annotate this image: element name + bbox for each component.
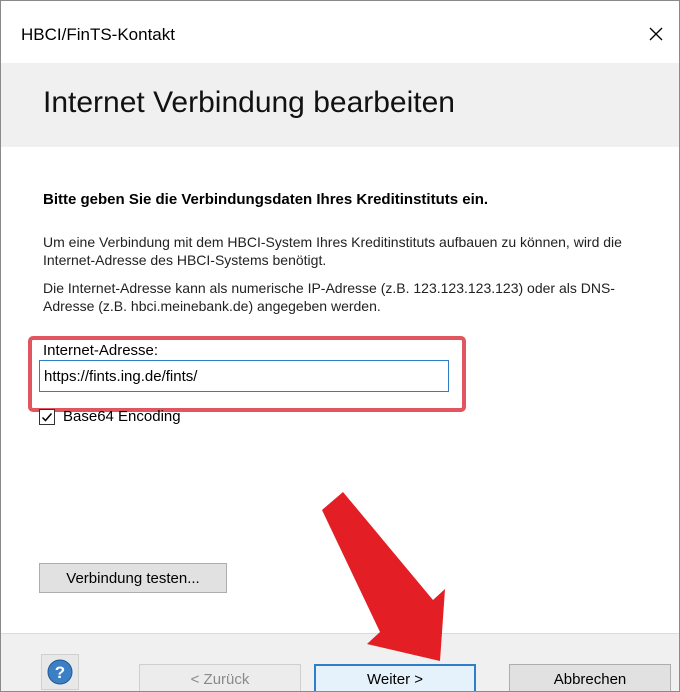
address-input[interactable] bbox=[39, 360, 449, 392]
question-icon: ? bbox=[47, 659, 73, 685]
help-button[interactable]: ? bbox=[41, 654, 79, 690]
page-title: Internet Verbindung bearbeiten bbox=[43, 86, 455, 119]
instruction-text: Bitte geben Sie die Verbindungsdaten Ihr… bbox=[43, 191, 489, 208]
description-text: Um eine Verbindung mit dem HBCI-System I… bbox=[43, 234, 622, 268]
test-connection-button[interactable]: Verbindung testen... bbox=[39, 563, 227, 593]
back-button[interactable]: < Zurück bbox=[139, 664, 301, 691]
checkmark-icon bbox=[41, 412, 53, 422]
wizard-footer: ? < Zurück Weiter > Abbrechen bbox=[1, 633, 679, 691]
dialog-window: HBCI/FinTS-Kontakt Internet Verbindung b… bbox=[0, 0, 680, 692]
window-title: HBCI/FinTS-Kontakt bbox=[21, 25, 175, 44]
content-area: Bitte geben Sie die Verbindungsdaten Ihr… bbox=[1, 147, 679, 621]
close-icon bbox=[649, 27, 663, 41]
address-label: Internet-Adresse: bbox=[43, 342, 159, 359]
close-button[interactable] bbox=[633, 15, 679, 53]
next-button[interactable]: Weiter > bbox=[314, 664, 476, 691]
base64-option[interactable]: Base64 Encoding bbox=[39, 408, 181, 425]
base64-label: Base64 Encoding bbox=[63, 408, 181, 425]
address-hint-text: Die Internet-Adresse kann als numerische… bbox=[43, 280, 615, 314]
wizard-header: Internet Verbindung bearbeiten bbox=[1, 63, 679, 148]
base64-checkbox[interactable] bbox=[39, 408, 55, 425]
title-bar: HBCI/FinTS-Kontakt bbox=[1, 1, 679, 63]
svg-text:?: ? bbox=[55, 663, 65, 682]
cancel-button[interactable]: Abbrechen bbox=[509, 664, 671, 691]
